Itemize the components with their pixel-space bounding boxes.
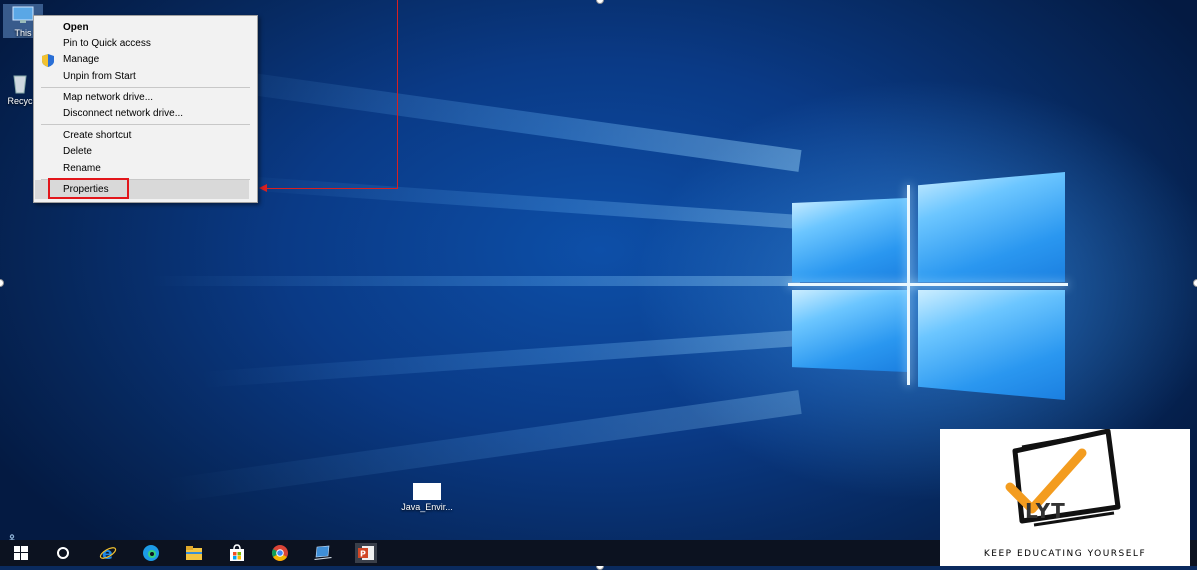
windows-logo-pane bbox=[792, 198, 907, 282]
annotation-line bbox=[397, 0, 398, 188]
taskbar-file-explorer[interactable] bbox=[183, 543, 205, 563]
windows-logo-pane bbox=[918, 172, 1065, 282]
windows-logo-frame bbox=[788, 283, 1068, 286]
taskbar-internet-explorer[interactable]: e bbox=[97, 543, 119, 563]
light-beam bbox=[200, 330, 801, 388]
light-beam bbox=[184, 63, 802, 172]
lyt-logo: LYT KEEP EDUCATING YOURSELF bbox=[940, 429, 1190, 566]
recycle-bin-icon bbox=[6, 72, 34, 94]
context-menu: Open Pin to Quick access Manage Unpin fr… bbox=[33, 15, 258, 203]
resize-handle bbox=[1193, 279, 1197, 287]
desktop-icon-label: This bbox=[14, 28, 32, 38]
annotation-arrowhead bbox=[259, 184, 267, 192]
document-icon bbox=[413, 483, 441, 500]
light-beam bbox=[220, 174, 801, 229]
cortana-icon bbox=[57, 547, 69, 559]
taskbar-laptop-app[interactable] bbox=[312, 543, 334, 563]
taskbar-store[interactable] bbox=[226, 543, 248, 563]
menu-item-disconnect-network-drive[interactable]: Disconnect network drive... bbox=[63, 106, 183, 121]
windows-logo-pane bbox=[918, 290, 1065, 400]
file-explorer-icon bbox=[186, 546, 202, 560]
svg-text:e: e bbox=[102, 544, 113, 562]
menu-item-delete[interactable]: Delete bbox=[63, 144, 92, 159]
taskbar-edge[interactable] bbox=[140, 543, 162, 563]
desktop-icon-label: Recyc bbox=[7, 96, 33, 106]
menu-item-open[interactable]: Open bbox=[63, 20, 89, 35]
windows-logo-pane bbox=[792, 290, 907, 372]
laptop-icon bbox=[314, 545, 332, 560]
logo-tagline: KEEP EDUCATING YOURSELF bbox=[983, 549, 1147, 559]
chrome-icon bbox=[272, 545, 288, 561]
start-button[interactable] bbox=[10, 543, 32, 563]
svg-text:P: P bbox=[360, 550, 366, 559]
menu-item-unpin-from-start[interactable]: Unpin from Start bbox=[63, 69, 136, 84]
annotation-line bbox=[262, 188, 398, 189]
uac-shield-icon bbox=[42, 54, 54, 67]
menu-separator bbox=[41, 87, 250, 88]
menu-item-map-network-drive[interactable]: Map network drive... bbox=[63, 90, 153, 105]
edge-icon bbox=[143, 545, 159, 561]
internet-explorer-icon: e bbox=[99, 544, 117, 562]
store-icon bbox=[230, 544, 244, 561]
logo-text: LYT bbox=[1025, 499, 1066, 523]
menu-separator bbox=[41, 124, 250, 125]
cortana-button[interactable] bbox=[52, 543, 74, 563]
menu-item-pin-to-quick-access[interactable]: Pin to Quick access bbox=[63, 36, 151, 51]
light-beam bbox=[150, 276, 800, 286]
menu-item-rename[interactable]: Rename bbox=[63, 161, 101, 176]
menu-item-create-shortcut[interactable]: Create shortcut bbox=[63, 128, 131, 143]
taskbar-chrome[interactable] bbox=[269, 543, 291, 563]
annotation-highlight-box bbox=[48, 178, 129, 199]
taskbar-powerpoint[interactable]: P bbox=[355, 543, 377, 563]
menu-item-manage[interactable]: Manage bbox=[63, 52, 99, 67]
powerpoint-icon: P bbox=[358, 546, 374, 560]
desktop-icon-java-envir[interactable]: Java_Envir... bbox=[396, 483, 458, 512]
desktop-icon-label: Java_Envir... bbox=[401, 502, 453, 512]
light-beam bbox=[164, 390, 802, 503]
windows-start-icon bbox=[14, 546, 28, 560]
